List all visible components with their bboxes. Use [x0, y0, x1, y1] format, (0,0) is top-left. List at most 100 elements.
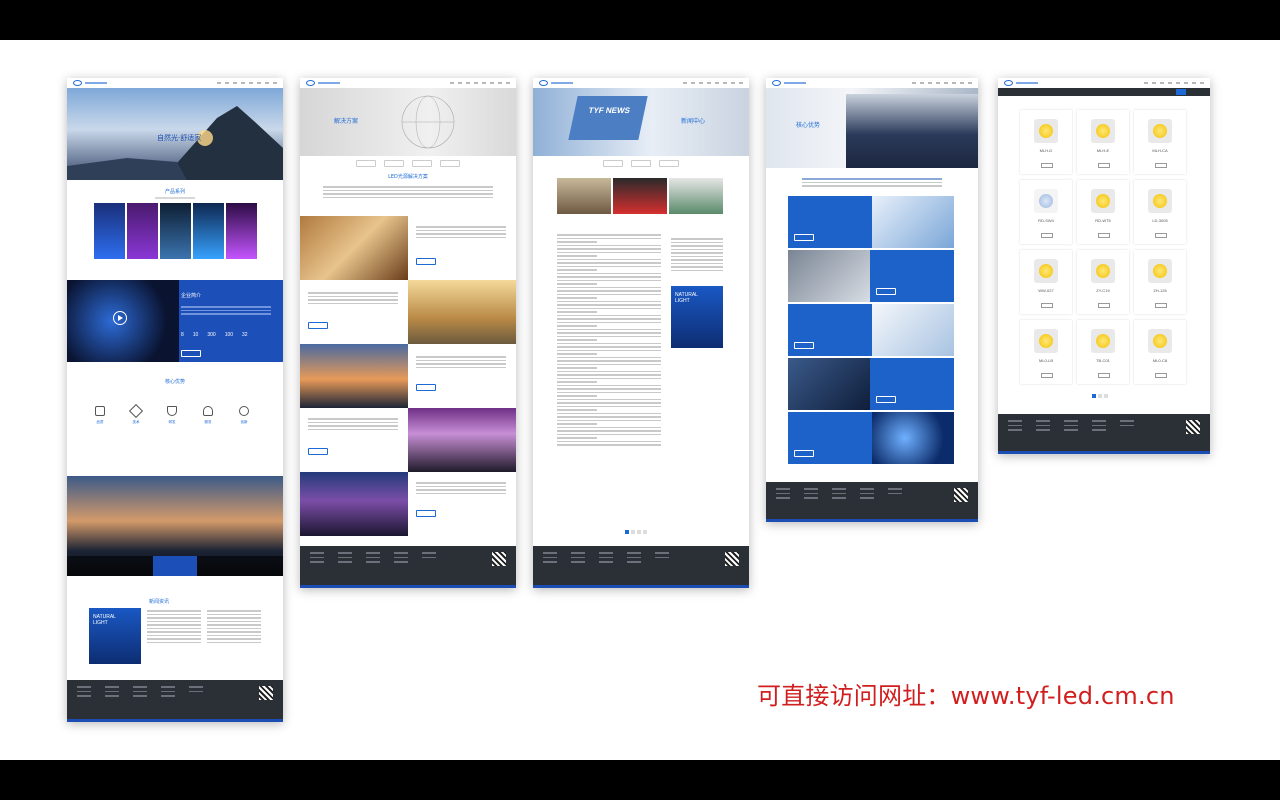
news-article-list[interactable] [557, 234, 661, 448]
about-more-button[interactable] [181, 350, 201, 357]
active-category[interactable] [1176, 89, 1186, 95]
nav-menu [1144, 82, 1204, 84]
pagination[interactable] [1092, 394, 1108, 398]
product-card[interactable]: ZH-126 [1134, 250, 1186, 314]
product-card[interactable]: WW-027 [1020, 250, 1072, 314]
tab[interactable] [239, 556, 283, 576]
gallery-image[interactable] [613, 178, 667, 214]
footer [998, 414, 1210, 454]
category-tile[interactable] [126, 203, 158, 259]
product-detail-button[interactable] [1155, 163, 1167, 168]
more-button[interactable] [416, 384, 436, 391]
city-tabs[interactable] [67, 556, 283, 576]
product-card[interactable]: RD-SW4 [1020, 180, 1072, 244]
news-list[interactable] [147, 610, 201, 645]
gallery-image[interactable] [669, 178, 723, 214]
tab[interactable] [110, 556, 154, 576]
feature-icon [203, 406, 213, 416]
more-button[interactable] [794, 234, 814, 241]
product-card[interactable]: MLH-D [1020, 110, 1072, 174]
advantage-card [788, 304, 872, 356]
more-button[interactable] [794, 450, 814, 457]
product-card[interactable]: TB-C01 [1077, 320, 1129, 384]
led-chip-icon [1091, 189, 1115, 213]
sidebar-links[interactable] [671, 238, 723, 273]
top-letterbox [0, 0, 1280, 40]
more-button[interactable] [416, 258, 436, 265]
product-card[interactable]: MLH-CA [1134, 110, 1186, 174]
product-detail-button[interactable] [1098, 163, 1110, 168]
led-chip-icon [1091, 259, 1115, 283]
more-button[interactable] [876, 288, 896, 295]
tab[interactable] [67, 556, 111, 576]
feature-row: 品质 技术 研发 服务 创新 [87, 403, 257, 425]
category-tile[interactable] [225, 203, 257, 259]
about-stats: 8 10 300 100 32 [181, 332, 248, 338]
category-bar[interactable] [998, 88, 1210, 96]
product-detail-button[interactable] [1155, 373, 1167, 378]
pagination[interactable] [625, 530, 647, 534]
product-detail-button[interactable] [1041, 233, 1053, 238]
led-chip-icon [1034, 119, 1058, 143]
feature-icon [128, 403, 144, 419]
qr-code-icon [954, 488, 968, 502]
category-tile[interactable] [93, 203, 125, 259]
led-chip-icon [1091, 119, 1115, 143]
news-gallery[interactable] [557, 178, 723, 214]
play-icon[interactable] [113, 311, 127, 325]
news-promo[interactable]: NATURAL LIGHT [671, 286, 723, 348]
about-video[interactable] [67, 280, 179, 362]
sub-nav[interactable] [533, 160, 749, 167]
news-list[interactable] [207, 610, 261, 645]
gallery-image[interactable] [557, 178, 611, 214]
preview-news-page[interactable]: TYF NEWS 新闻中心 NATURAL LIGHT [533, 78, 749, 588]
product-card[interactable]: MLH-E [1077, 110, 1129, 174]
product-detail-button[interactable] [1098, 233, 1110, 238]
preview-home-page[interactable]: 自然光·舒适家 产品系列 企业简介 8 10 300 100 32 核心优势 品… [67, 78, 283, 722]
preview-advantages-page[interactable]: 核心优势 [766, 78, 978, 522]
product-card[interactable]: ML0-C8 [1134, 320, 1186, 384]
advantage-row [788, 358, 954, 410]
category-tile[interactable] [192, 203, 224, 259]
sub-nav[interactable] [300, 160, 516, 167]
about-section: 企业简介 8 10 300 100 32 [67, 280, 283, 362]
more-button[interactable] [876, 396, 896, 403]
product-card[interactable]: ZY-C19 [1077, 250, 1129, 314]
preview-products-page[interactable]: MLH-D MLH-E MLH-CA RD-SW4 RD-WT5 LD-3005… [998, 78, 1210, 454]
product-category-grid[interactable] [67, 203, 283, 259]
solution-image-bridge [300, 344, 408, 408]
site-url-annotation: 可直接访问网址：www.tyf-led.cm.cn [757, 682, 1175, 710]
tab-active[interactable] [153, 556, 197, 576]
product-detail-button[interactable] [1098, 303, 1110, 308]
solution-image-mall [408, 280, 516, 344]
product-card[interactable]: LD-3005 [1134, 180, 1186, 244]
product-name: TB-C01 [1096, 358, 1110, 363]
product-detail-button[interactable] [1098, 373, 1110, 378]
product-card[interactable]: RD-WT5 [1077, 180, 1129, 244]
qr-code-icon [725, 552, 739, 566]
news-promo[interactable]: NATURAL LIGHT [89, 608, 141, 664]
tab[interactable] [196, 556, 240, 576]
hero-caption: 新闻中心 [681, 118, 706, 125]
solution-text [416, 226, 506, 240]
product-detail-button[interactable] [1041, 303, 1053, 308]
more-button[interactable] [794, 342, 814, 349]
hero-banner: 核心优势 [766, 88, 978, 168]
more-button[interactable] [308, 448, 328, 455]
navbar [67, 78, 283, 88]
product-detail-button[interactable] [1041, 163, 1053, 168]
preview-solutions-page[interactable]: 解决方案 LED光源解决方案 [300, 78, 516, 588]
product-card[interactable]: ML0-LB [1020, 320, 1072, 384]
banner-text: TYF NEWS [587, 106, 631, 115]
product-detail-button[interactable] [1155, 303, 1167, 308]
advantage-image [872, 412, 954, 464]
more-button[interactable] [308, 322, 328, 329]
advantage-row [788, 304, 954, 356]
more-button[interactable] [416, 510, 436, 517]
product-detail-button[interactable] [1155, 233, 1167, 238]
category-tile[interactable] [159, 203, 191, 259]
led-chip-icon [1148, 259, 1172, 283]
advantage-image [872, 196, 954, 248]
product-detail-button[interactable] [1041, 373, 1053, 378]
stat-value: 32 [242, 332, 248, 338]
